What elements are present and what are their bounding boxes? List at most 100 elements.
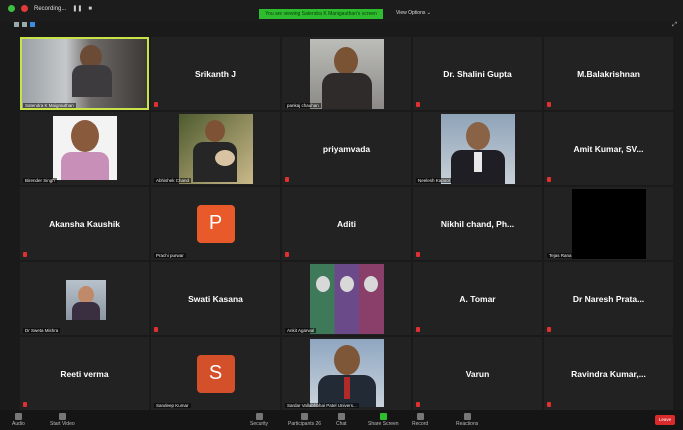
start-video-button[interactable]: Start Video: [50, 413, 75, 427]
muted-mic-icon: [154, 102, 158, 107]
participant-tile[interactable]: Abhishek Chand: [151, 112, 280, 185]
record-icon: [416, 413, 424, 420]
participant-caption: Tejas Rana: [547, 253, 574, 258]
participant-video: [22, 39, 147, 108]
participant-tile[interactable]: priyamvada: [282, 112, 411, 185]
participant-video: [66, 280, 106, 320]
participant-tile[interactable]: pankaj chauhan: [282, 37, 411, 110]
participant-tile[interactable]: S Sandeep Kumar: [151, 337, 280, 410]
participant-tile[interactable]: Dr Sweta Mishra: [20, 262, 149, 335]
record-button[interactable]: Record: [412, 413, 428, 427]
shield-icon: [255, 413, 263, 420]
pause-icon[interactable]: ❚❚: [72, 5, 82, 12]
gallery-view-icon[interactable]: [22, 22, 27, 27]
participant-tile[interactable]: Akansha Kaushik: [20, 187, 149, 260]
microphone-icon: [14, 413, 22, 420]
muted-mic-icon: [285, 177, 289, 182]
participant-tile[interactable]: Satendra K Maigrauthan: [20, 37, 149, 110]
participants-button[interactable]: Participants 26: [288, 413, 321, 427]
participant-caption: Dr Sweta Mishra: [23, 328, 61, 333]
muted-mic-icon: [416, 102, 420, 107]
reactions-label: Reactions: [456, 421, 479, 427]
participant-avatar: P: [196, 204, 235, 243]
participant-name: Reeti verma: [60, 368, 109, 379]
participant-caption: Neelesh Kapoor: [416, 178, 453, 183]
muted-mic-icon: [416, 252, 420, 257]
stop-icon[interactable]: ■: [88, 6, 92, 12]
participant-tile[interactable]: Sardar Vallabhbhai Patel Univers...: [282, 337, 411, 410]
participant-caption: Abhishek Chand: [154, 178, 192, 183]
grid-view-icon[interactable]: [30, 22, 35, 27]
participant-tile[interactable]: Dr Naresh Prata...: [544, 262, 673, 335]
participant-name: Aditi: [337, 218, 356, 229]
share-screen-button[interactable]: Share Screen: [368, 413, 399, 427]
participant-name: Dr Naresh Prata...: [572, 293, 645, 304]
participant-name: Amit Kumar, SV...: [573, 143, 644, 154]
participant-tile[interactable]: Amit Kumar, SV...: [544, 112, 673, 185]
participant-tile[interactable]: Ankit Agarwal: [282, 262, 411, 335]
participant-name: priyamvada: [322, 143, 371, 154]
participant-tile[interactable]: Dr. Shalini Gupta: [413, 37, 542, 110]
security-label: Security: [250, 421, 269, 427]
audio-button[interactable]: Audio: [12, 413, 25, 427]
recording-dot-icon: [21, 5, 28, 12]
chat-bubble-icon: [337, 413, 345, 420]
participant-tile[interactable]: P Prachi purwar: [151, 187, 280, 260]
participant-name: Srikanth J: [194, 68, 237, 79]
chat-button[interactable]: Chat: [336, 413, 347, 427]
muted-mic-icon: [23, 402, 27, 407]
video-label: Start Video: [50, 421, 75, 427]
top-bar: Recording... ❚❚ ■ You are viewing Satend…: [0, 0, 683, 22]
security-button[interactable]: Security: [250, 413, 268, 427]
muted-mic-icon: [416, 327, 420, 332]
participant-tile[interactable]: Varun: [413, 337, 542, 410]
fullscreen-icon[interactable]: ⤢: [672, 22, 677, 29]
smiley-icon: [463, 413, 471, 420]
muted-mic-icon: [154, 327, 158, 332]
participants-label: Participants: [288, 421, 315, 427]
muted-mic-icon: [416, 402, 420, 407]
recording-label: Recording...: [34, 5, 67, 12]
participant-tile[interactable]: M.Balakrishnan: [544, 37, 673, 110]
meeting-controls: Audio Start Video Security Participants …: [0, 410, 683, 430]
participant-caption: pankaj chauhan: [285, 103, 321, 108]
participant-avatar: S: [196, 354, 235, 393]
participant-name: Ravindra Kumar,...: [571, 368, 646, 379]
participant-caption: Satendra K Maigrauthan: [23, 103, 76, 108]
record-label: Record: [412, 421, 429, 427]
participant-tile[interactable]: A. Tomar: [413, 262, 542, 335]
participant-caption: Ankit Agarwal: [285, 328, 317, 333]
participant-tile[interactable]: Birender Singh: [20, 112, 149, 185]
participant-tile[interactable]: Tejas Rana: [544, 187, 673, 260]
participant-video: [310, 339, 384, 407]
muted-mic-icon: [547, 177, 551, 182]
chat-label: Chat: [336, 421, 347, 427]
reactions-button[interactable]: Reactions: [456, 413, 478, 427]
participant-tile[interactable]: Reeti verma: [20, 337, 149, 410]
end-meeting-button[interactable]: Leave: [655, 415, 675, 425]
participant-tile[interactable]: Swati Kasana: [151, 262, 280, 335]
gallery-grid: Satendra K Maigrauthan Srikanth J pankaj…: [20, 37, 673, 410]
view-options-button[interactable]: View Options ⌄: [396, 10, 431, 16]
speaker-view-icon[interactable]: [14, 22, 19, 27]
participant-name: A. Tomar: [459, 293, 496, 304]
audio-label: Audio: [12, 421, 25, 427]
participant-tile[interactable]: Aditi: [282, 187, 411, 260]
participant-name: Swati Kasana: [188, 293, 243, 304]
muted-mic-icon: [547, 327, 551, 332]
participant-caption: Sandeep Kumar: [154, 403, 191, 408]
muted-mic-icon: [547, 102, 551, 107]
participant-name: Dr. Shalini Gupta: [443, 68, 512, 79]
participant-tile[interactable]: Ravindra Kumar,...: [544, 337, 673, 410]
muted-mic-icon: [547, 402, 551, 407]
participant-tile[interactable]: Srikanth J: [151, 37, 280, 110]
participant-video: [310, 39, 384, 109]
participant-caption: Prachi purwar: [154, 253, 186, 258]
share-screen-icon: [379, 413, 387, 420]
participant-tile[interactable]: Nikhil chand, Ph...: [413, 187, 542, 260]
security-shield-icon[interactable]: [8, 5, 15, 12]
participant-tile[interactable]: Neelesh Kapoor: [413, 112, 542, 185]
participant-name: Nikhil chand, Ph...: [440, 218, 515, 229]
muted-mic-icon: [285, 252, 289, 257]
participant-video: [179, 114, 253, 184]
